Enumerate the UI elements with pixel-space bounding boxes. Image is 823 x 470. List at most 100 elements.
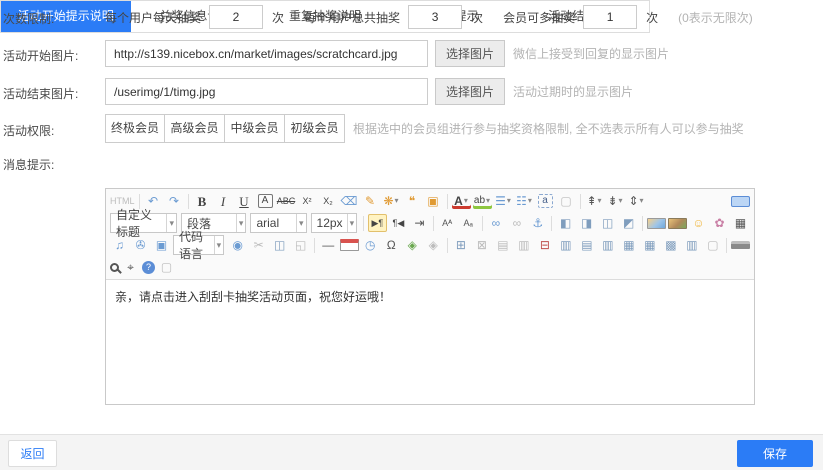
chevron-down-icon: ▾ [395, 197, 399, 205]
insert-image-icon[interactable] [647, 218, 666, 229]
image-none-float-icon[interactable]: ◧ [556, 214, 575, 232]
delete-table-icon[interactable]: ⊠ [472, 236, 491, 254]
insert-row-icon[interactable]: ⊟ [535, 236, 554, 254]
scrawl-icon[interactable]: ✿ [710, 214, 729, 232]
find-replace-icon[interactable]: ⌖ [121, 258, 140, 276]
total-draw-input[interactable] [408, 5, 462, 29]
auto-typeset-icon[interactable]: ❋▾ [382, 192, 401, 210]
delete-col-icon[interactable]: ▥ [598, 236, 617, 254]
start-image-pick-button[interactable]: 选择图片 [435, 40, 505, 67]
start-image-url-input[interactable] [105, 40, 428, 67]
delete-row-icon[interactable]: ▤ [577, 236, 596, 254]
insert-frame-icon[interactable]: ▣ [152, 236, 171, 254]
format-painter-icon[interactable]: ✎ [361, 192, 380, 210]
save-button[interactable]: 保存 [737, 440, 813, 467]
search-icon[interactable] [110, 263, 119, 272]
attachment-doc-icon[interactable]: ▢ [703, 236, 722, 254]
unordered-list-icon[interactable]: ☷▾ [515, 192, 534, 210]
image-center-icon[interactable]: ◫ [598, 214, 617, 232]
member-level-button[interactable]: 终极会员 [105, 114, 165, 143]
chevron-down-icon: ▾ [166, 214, 176, 232]
daily-draw-input[interactable] [209, 5, 263, 29]
insert-col-icon[interactable]: ▥ [556, 236, 575, 254]
italic-icon[interactable]: I [214, 192, 233, 210]
anchor-icon[interactable]: a [538, 194, 553, 208]
merge-right-icon[interactable]: ▦ [640, 236, 659, 254]
chevron-down-icon: ▾ [347, 214, 357, 232]
indent-icon[interactable]: ⇥ [410, 214, 429, 232]
total-draw-unit: 次 [471, 9, 483, 26]
member-level-button[interactable]: 初级会员 [285, 114, 345, 143]
horizontal-rule-icon[interactable]: — [319, 236, 338, 254]
new-doc-icon[interactable]: ▢ [557, 192, 576, 210]
font-size-select[interactable]: 12px▾ [311, 213, 358, 233]
custom-title-select[interactable]: 自定义标题▾ [110, 213, 177, 233]
underline-icon[interactable]: U [235, 192, 254, 210]
subscript-icon[interactable]: X₂ [319, 192, 338, 210]
ordered-list-icon[interactable]: ☰▾ [494, 192, 513, 210]
remove-format-icon[interactable]: ⌫ [340, 192, 359, 210]
superscript-icon[interactable]: X² [298, 192, 317, 210]
help-icon[interactable]: ? [142, 261, 155, 274]
paste-disabled-icon[interactable]: ▢ [157, 258, 176, 276]
to-uppercase-icon[interactable]: Aᴬ [438, 214, 457, 232]
highlight-color-icon[interactable]: ab▾ [473, 193, 492, 209]
google-map-icon[interactable]: ◈ [424, 236, 443, 254]
image-right-float-icon[interactable]: ◩ [619, 214, 638, 232]
code-language-select[interactable]: 代码语言▾ [173, 235, 224, 255]
to-lowercase-icon[interactable]: Aₐ [459, 214, 478, 232]
emoji-icon[interactable]: ☺ [689, 214, 708, 232]
strikethrough-icon[interactable]: ABC [277, 192, 296, 210]
chevron-down-icon: ▾ [236, 214, 246, 232]
baidu-map-icon[interactable]: ◈ [403, 236, 422, 254]
paragraph-before-space-icon[interactable]: ⇞▾ [585, 192, 604, 210]
line-height-icon[interactable]: ⇕▾ [627, 192, 646, 210]
member-level-group: 终极会员高级会员中级会员初级会员 [105, 114, 345, 143]
anchor-insert-icon[interactable]: ⚓ [528, 214, 547, 232]
image-manager-icon[interactable] [668, 218, 687, 229]
paragraph-after-space-icon[interactable]: ⇟▾ [606, 192, 625, 210]
blockquote-icon[interactable]: ❝ [403, 192, 422, 210]
snapshot-icon[interactable]: ◱ [291, 236, 310, 254]
columns-icon[interactable]: ◫ [270, 236, 289, 254]
insert-time-icon[interactable]: ◷ [361, 236, 380, 254]
image-left-float-icon[interactable]: ◨ [577, 214, 596, 232]
toolbar-separator [447, 238, 448, 253]
music-icon[interactable]: ♫ [110, 236, 129, 254]
editor-toolbar: HTML↶↷BIUAABCX²X₂⌫✎❋▾❝▣A▾ab▾☰▾☷▾a▢⇞▾⇟▾⇕▾… [106, 189, 754, 280]
pagebreak-icon[interactable]: ✂ [249, 236, 268, 254]
attachment-icon[interactable]: ✇ [131, 236, 150, 254]
end-image-pick-button[interactable]: 选择图片 [435, 78, 505, 105]
rtl-paragraph-icon[interactable]: ¶◀ [389, 214, 408, 232]
insert-date-icon[interactable] [340, 239, 359, 251]
merge-down-icon[interactable]: ▩ [661, 236, 680, 254]
table-title-icon[interactable]: ▤ [493, 236, 512, 254]
member-level-button[interactable]: 中级会员 [225, 114, 285, 143]
editor-content[interactable]: 亲，请点击进入刮刮卡抽奖活动页面，祝您好运哦！ [106, 280, 754, 403]
fullscreen-icon[interactable] [731, 196, 750, 207]
font-border-icon[interactable]: A [258, 194, 273, 208]
font-color-icon[interactable]: A▾ [452, 193, 471, 209]
video-icon[interactable]: ▦ [731, 214, 750, 232]
font-family-select[interactable]: arial▾ [250, 213, 306, 233]
paste-plain-icon[interactable]: ▣ [424, 192, 443, 210]
insert-code-icon[interactable]: ◉ [228, 236, 247, 254]
table-sort-icon[interactable]: ▥ [682, 236, 701, 254]
back-button[interactable]: 返回 [8, 440, 57, 467]
rich-text-editor: HTML↶↷BIUAABCX²X₂⌫✎❋▾❝▣A▾ab▾☰▾☷▾a▢⇞▾⇟▾⇕▾… [105, 188, 755, 405]
bold-icon[interactable]: B [193, 192, 212, 210]
redo-icon[interactable]: ↷ [165, 192, 184, 210]
ltr-paragraph-icon[interactable]: ▶¶ [368, 214, 387, 232]
toolbar-separator [642, 216, 643, 231]
unlink-icon[interactable]: ∞ [507, 214, 526, 232]
insert-table-icon[interactable]: ⊞ [451, 236, 470, 254]
member-extra-draw-input[interactable] [583, 5, 637, 29]
member-level-button[interactable]: 高级会员 [165, 114, 225, 143]
link-icon[interactable]: ∞ [486, 214, 505, 232]
print-icon[interactable] [731, 241, 750, 249]
toolbar-row: ♫✇▣代码语言▾◉✂◫◱—◷Ω◈◈⊞⊠▤▥⊟▥▤▥▦▦▩▥▢ [109, 234, 751, 256]
end-image-url-input[interactable] [105, 78, 428, 105]
split-cell-icon[interactable]: ▦ [619, 236, 638, 254]
merge-cells-icon[interactable]: ▥ [514, 236, 533, 254]
special-char-icon[interactable]: Ω [382, 236, 401, 254]
